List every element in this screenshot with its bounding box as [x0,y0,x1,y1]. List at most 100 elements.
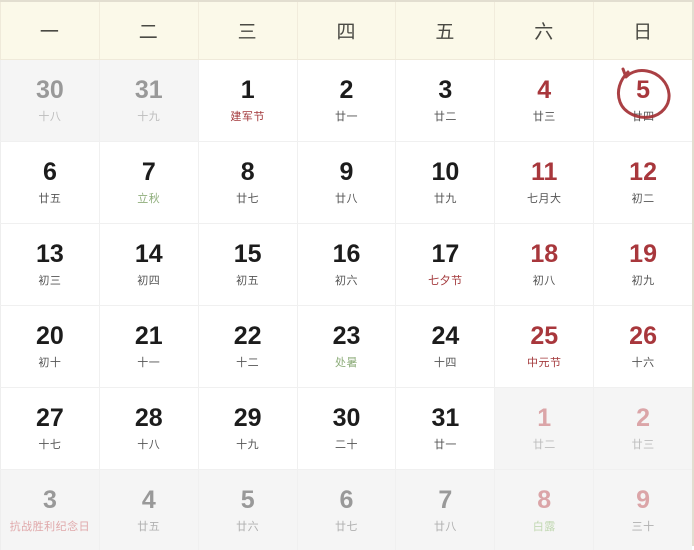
day-cell[interactable]: 10 廿九 [395,142,495,223]
day-lunar-label: 立秋 [137,193,161,205]
weekday-header-6: 日 [593,2,692,59]
day-lunar-label: 廿六 [236,520,260,533]
day-number: 5 [240,485,255,514]
day-lunar-label: 十一 [137,357,161,369]
day-lunar-label: 初九 [631,275,655,287]
calendar-week-row: 6 廿五 7 立秋 8 廿七 9 廿八 10 廿九 11 七月大 12 初二 [0,142,693,224]
day-cell[interactable]: 26 十六 [593,306,693,387]
day-lunar-label: 十九 [137,111,161,123]
day-cell[interactable]: 22 十二 [197,306,297,387]
day-number: 21 [134,322,163,350]
weekday-header-5: 六 [494,2,593,59]
day-lunar-label: 廿八 [433,520,457,533]
day-number: 23 [332,322,361,350]
day-number: 26 [629,322,657,350]
day-lunar-label: 初八 [532,275,556,287]
day-lunar-label: 十二 [236,357,260,369]
day-cell[interactable]: 13 初三 [0,224,99,305]
day-cell[interactable]: 15 初五 [197,224,297,305]
day-cell[interactable]: 20 初十 [0,306,99,387]
day-cell[interactable]: 17 七夕节 [395,224,495,305]
day-lunar-label: 廿四 [631,111,655,123]
day-number: 4 [537,76,552,104]
day-cell[interactable]: 27 十七 [0,388,99,469]
day-lunar-label: 廿三 [631,439,655,451]
day-cell[interactable]: 9 廿八 [296,142,396,223]
day-cell[interactable]: 1 廿二 [494,388,594,469]
day-cell[interactable]: 6 廿七 [296,470,396,550]
day-cell[interactable]: 29 十九 [197,388,297,469]
day-lunar-label: 十七 [38,439,62,451]
day-cell[interactable]: 2 廿一 [296,60,396,141]
day-cell[interactable]: 5 廿六 [197,470,297,550]
day-number: 7 [438,485,453,514]
day-cell[interactable]: 14 初四 [98,224,198,305]
day-number: 3 [42,485,57,514]
day-number: 14 [134,240,163,268]
day-lunar-label: 白露 [532,520,556,533]
day-cell[interactable]: 8 白露 [494,470,594,550]
day-lunar-label: 处暑 [335,357,358,369]
day-cell[interactable]: 11 七月大 [494,142,594,223]
weekday-header-4: 五 [395,2,494,59]
day-lunar-label: 廿二 [433,111,457,123]
day-cell[interactable]: 21 十一 [98,306,198,387]
calendar-week-row: 3 抗战胜利纪念日 4 廿五 5 廿六 6 廿七 7 廿八 8 白露 9 三十 [0,470,693,550]
day-number: 28 [134,404,163,432]
day-cell[interactable]: 2 廿三 [593,388,693,469]
day-number: 31 [134,76,163,104]
day-lunar-label: 初三 [38,275,62,287]
day-number: 19 [629,240,657,268]
day-cell[interactable]: 8 廿七 [197,142,297,223]
day-number: 8 [537,485,552,514]
day-number: 8 [240,158,255,186]
day-number: 13 [36,240,64,268]
day-cell[interactable]: 4 廿五 [98,470,198,550]
day-cell[interactable]: 28 十八 [98,388,198,469]
day-lunar-label: 中元节 [526,357,562,369]
day-cell[interactable]: 7 廿八 [395,470,495,550]
day-cell[interactable]: 24 十四 [395,306,495,387]
day-cell[interactable]: 7 立秋 [98,142,198,223]
day-lunar-label: 建军节 [230,111,265,123]
weekday-header-row: 一二三四五六日 [0,2,692,60]
day-number: 17 [431,240,460,268]
day-cell[interactable]: 5 廿四 [593,60,693,141]
day-lunar-label: 初五 [236,275,260,287]
day-lunar-label: 十八 [38,111,62,123]
day-cell[interactable]: 16 初六 [296,224,396,305]
day-number: 20 [36,322,64,350]
day-cell[interactable]: 12 初二 [593,142,693,223]
day-cell[interactable]: 31 廿一 [395,388,495,469]
day-lunar-label: 廿七 [335,520,358,533]
day-cell[interactable]: 25 中元节 [494,306,594,387]
day-cell[interactable]: 4 廿三 [494,60,594,141]
day-cell[interactable]: 30 二十 [296,388,396,469]
day-lunar-label: 廿一 [433,439,457,451]
day-lunar-label: 廿一 [335,111,358,123]
day-number: 2 [339,76,354,104]
day-lunar-label: 廿八 [335,193,358,205]
day-number: 6 [42,158,57,186]
day-cell[interactable]: 23 处暑 [296,306,396,387]
day-number: 30 [332,404,361,432]
day-cell[interactable]: 6 廿五 [0,142,99,223]
calendar-week-row: 20 初十 21 十一 22 十二 23 处暑 24 十四 25 中元节 26 十六 [0,306,693,388]
day-number: 10 [431,158,460,186]
day-cell[interactable]: 31 十九 [98,60,198,141]
day-number: 22 [233,322,262,350]
weekday-header-2: 三 [197,2,297,59]
day-lunar-label: 七夕节 [428,275,463,287]
day-cell[interactable]: 9 三十 [593,470,693,550]
day-cell[interactable]: 3 廿二 [395,60,495,141]
day-cell[interactable]: 1 建军节 [197,60,297,141]
day-cell[interactable]: 19 初九 [593,224,693,305]
day-cell[interactable]: 18 初八 [494,224,594,305]
day-number: 27 [36,404,64,432]
day-cell[interactable]: 30 十八 [0,60,99,141]
day-cell[interactable]: 3 抗战胜利纪念日 [0,470,99,550]
day-number: 18 [530,240,559,268]
day-lunar-label: 廿二 [532,439,556,451]
day-number: 25 [530,322,559,350]
day-number: 4 [141,485,156,514]
